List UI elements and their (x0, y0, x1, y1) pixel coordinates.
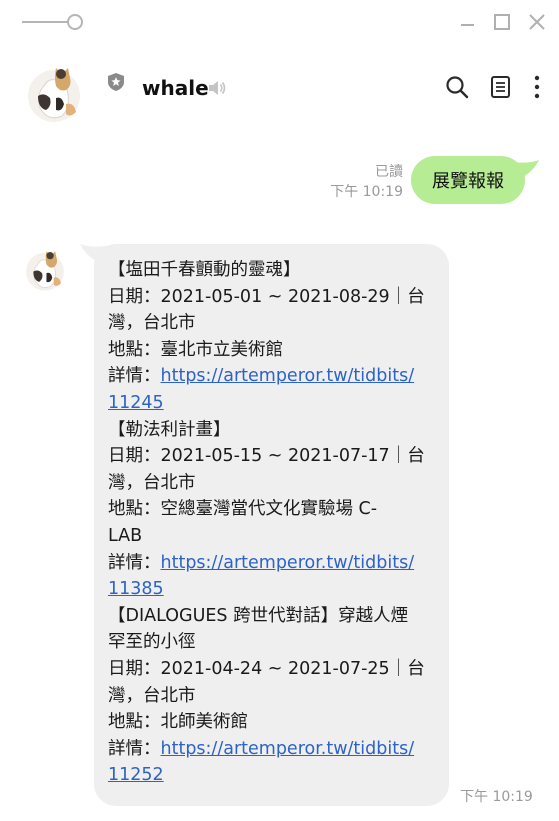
transparency-slider-track[interactable] (22, 21, 70, 23)
more-icon[interactable] (528, 74, 546, 100)
notes-icon[interactable] (488, 74, 514, 100)
speaker-icon[interactable] (207, 78, 227, 98)
avatar[interactable] (26, 58, 82, 124)
incoming-timestamp: 下午 10:19 (460, 789, 533, 805)
message-line: 日期：2021-05-15 ~ 2021-07-17｜台 (108, 446, 425, 467)
message-line: 【DIALOGUES 跨世代對話】穿越人煙 (108, 605, 409, 626)
message-line: 11252 (108, 762, 439, 789)
detail-link[interactable]: https://artemperor.tw/tidbits/ (161, 739, 415, 759)
message-line: 灣，台北市 (108, 313, 196, 334)
slider-icon[interactable] (67, 14, 83, 30)
detail-link[interactable]: 11245 (108, 393, 164, 413)
message-line: 罕至的小徑 (108, 632, 196, 653)
search-icon[interactable] (444, 74, 470, 100)
detail-label: 詳情： (108, 738, 161, 759)
message-line: 【塩田千春顫動的靈魂】 (108, 260, 301, 280)
detail-label: 詳情： (108, 366, 161, 387)
message-line: 灣，台北市 (108, 685, 196, 706)
title-bar (0, 0, 559, 44)
message-line: LAB (108, 525, 143, 546)
close-icon[interactable] (527, 12, 547, 32)
detail-link[interactable]: https://artemperor.tw/tidbits/ (161, 366, 415, 386)
message-line: 【勒法利計畫】 (108, 419, 231, 440)
outgoing-message-bubble[interactable]: 展覽報報 (411, 156, 525, 204)
read-receipt: 已讀 (375, 164, 403, 180)
message-line: 詳情：https://artemperor.tw/tidbits/ (108, 550, 439, 577)
message-line: 灣，台北市 (108, 472, 196, 493)
message-line: 日期：2021-05-01 ~ 2021-08-29｜台 (108, 286, 425, 307)
outgoing-message-text: 展覽報報 (432, 171, 504, 192)
message-line: 詳情：https://artemperor.tw/tidbits/ (108, 736, 439, 763)
detail-link[interactable]: 11385 (108, 579, 164, 599)
outgoing-timestamp: 下午 10:19 (330, 184, 403, 200)
shield-icon (107, 72, 125, 92)
message-line: 11385 (108, 576, 439, 603)
maximize-icon[interactable] (492, 12, 512, 32)
minimize-icon[interactable] (457, 12, 477, 32)
chat-header: whale (0, 52, 559, 128)
message-line: 地點：空總臺灣當代文化實驗場 C- (108, 499, 378, 520)
sender-avatar[interactable] (24, 244, 66, 292)
incoming-message-bubble[interactable]: 【塩田千春顫動的靈魂】日期：2021-05-01 ~ 2021-08-29｜台灣… (94, 244, 449, 806)
detail-link[interactable]: https://artemperor.tw/tidbits/ (161, 553, 415, 573)
message-line: 地點：北師美術館 (108, 712, 248, 733)
chat-title[interactable]: whale (142, 76, 209, 100)
detail-label: 詳情： (108, 552, 161, 573)
detail-link[interactable]: 11252 (108, 765, 164, 785)
message-line: 地點：臺北市立美術館 (108, 339, 283, 360)
message-line: 日期：2021-04-24 ~ 2021-07-25｜台 (108, 658, 425, 679)
message-line: 詳情：https://artemperor.tw/tidbits/ (108, 363, 439, 390)
message-line: 11245 (108, 390, 439, 417)
